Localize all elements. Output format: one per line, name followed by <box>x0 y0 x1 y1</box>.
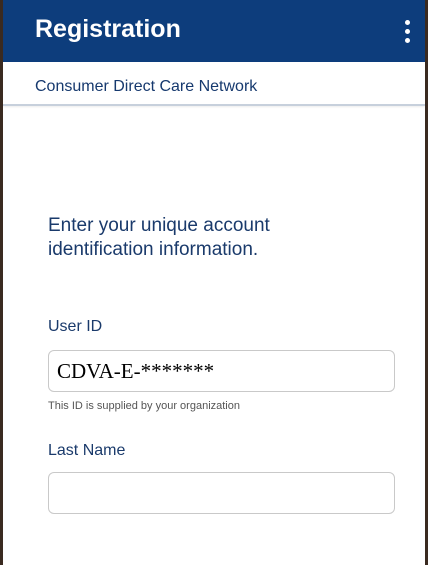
last-name-input[interactable] <box>48 472 395 514</box>
last-name-label: Last Name <box>48 442 126 459</box>
app-screen: Registration Consumer Direct Care Networ… <box>0 0 428 565</box>
organization-name: Consumer Direct Care Network <box>35 78 258 95</box>
more-options-button[interactable] <box>399 14 415 48</box>
app-bar: Registration <box>3 0 425 62</box>
user-id-input[interactable] <box>48 350 395 392</box>
organization-header: Consumer Direct Care Network <box>3 62 425 106</box>
user-id-label: User ID <box>48 318 103 335</box>
more-vertical-icon <box>404 19 410 25</box>
user-id-helper-text: This ID is supplied by your organization <box>48 400 240 412</box>
page-title: Registration <box>35 15 181 43</box>
instructions-text: Enter your unique account identification… <box>48 215 270 260</box>
